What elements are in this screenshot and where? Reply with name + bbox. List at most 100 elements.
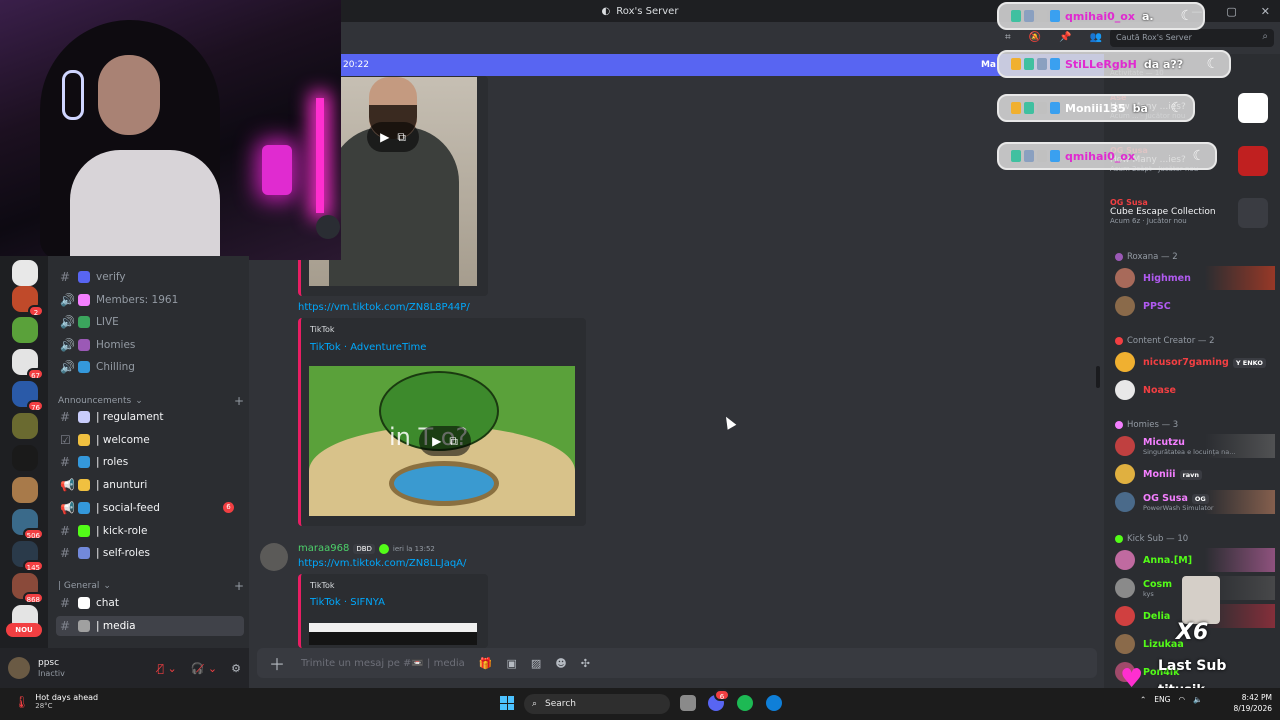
add-channel-icon[interactable]: + bbox=[234, 394, 244, 408]
channel-item[interactable]: # | kick-role bbox=[56, 521, 244, 541]
composer-placeholder[interactable]: Trimite un mesaj pe #📼 | media bbox=[301, 658, 465, 669]
new-badge[interactable]: NOU bbox=[6, 623, 42, 637]
taskbar-search[interactable]: ⌕ Search bbox=[524, 694, 670, 714]
banner-mark-read[interactable]: Ma bbox=[981, 60, 996, 70]
chat-scrollbar[interactable] bbox=[1096, 366, 1100, 388]
mic-muted-icon[interactable]: 🎙̸ ⌄ bbox=[157, 662, 176, 675]
embed-title[interactable]: TikTok · AdventureTime bbox=[310, 342, 426, 353]
add-attachment-icon[interactable]: ＋ bbox=[269, 651, 285, 675]
server-icon[interactable]: 2 bbox=[12, 286, 44, 317]
member-item[interactable]: Noase bbox=[1115, 378, 1275, 402]
channel-item[interactable]: ☑ | welcome bbox=[56, 430, 244, 450]
member-item[interactable]: OG Susa OG PowerWash Simulator bbox=[1115, 490, 1275, 514]
member-item[interactable]: PPSC bbox=[1115, 294, 1275, 318]
author-name[interactable]: maraa968 bbox=[298, 543, 349, 554]
activity-item[interactable]: OG Susa Cube Escape Collection Acum 6z · J… bbox=[1110, 198, 1274, 234]
search-icon[interactable]: ⌕ bbox=[1262, 31, 1268, 42]
video-thumbnail-2[interactable]: in T o? ▶⧉ bbox=[309, 366, 575, 516]
avatar[interactable] bbox=[1115, 436, 1135, 456]
member-item[interactable]: Anna.[M] bbox=[1115, 548, 1275, 572]
category-general[interactable]: | General ⌄ + bbox=[58, 579, 244, 593]
avatar[interactable] bbox=[1115, 352, 1135, 372]
channel-item[interactable]: 🔊 Members: 1961 bbox=[56, 290, 244, 310]
member-item[interactable]: Moniii ravn bbox=[1115, 462, 1275, 486]
play-icon[interactable]: ▶ ⧉ bbox=[367, 122, 419, 152]
play-icon[interactable]: ▶ ⧉ bbox=[419, 426, 471, 456]
server-icon[interactable] bbox=[12, 477, 38, 503]
channel-item[interactable]: # | media bbox=[56, 615, 244, 636]
tray-chevron-icon[interactable]: ⌃ bbox=[1140, 695, 1146, 704]
taskbar-clock[interactable]: 8:42 PM 8/19/2026 bbox=[1228, 692, 1272, 714]
search-input[interactable]: Caută Rox's Server ⌕ bbox=[1110, 29, 1274, 47]
channel-item[interactable]: # | self-roles bbox=[56, 543, 244, 563]
avatar[interactable] bbox=[8, 657, 30, 679]
server-icon[interactable] bbox=[12, 260, 38, 286]
avatar[interactable] bbox=[1115, 296, 1135, 316]
game-icon bbox=[1238, 146, 1268, 176]
category-announcements[interactable]: Announcements ⌄ + bbox=[58, 394, 244, 408]
channel-item[interactable]: 📢 | social-feed 6 bbox=[56, 498, 244, 518]
message-link-1[interactable]: https://vm.tiktok.com/ZN8L8P44P/ bbox=[298, 302, 470, 313]
user-name[interactable]: ppsc bbox=[38, 658, 65, 669]
channel-item[interactable]: # | regulament bbox=[56, 407, 244, 427]
spotify-icon[interactable] bbox=[737, 695, 753, 711]
sticker-icon[interactable]: ▨ bbox=[531, 657, 541, 670]
server-icon[interactable]: 506 bbox=[12, 509, 44, 540]
windows-start-icon[interactable] bbox=[500, 696, 514, 710]
video-thumbnail-3[interactable] bbox=[309, 623, 477, 645]
channel-item[interactable]: 🔊 Chilling bbox=[56, 357, 244, 377]
deafen-icon[interactable]: 🎧̸ ⌄ bbox=[191, 662, 217, 675]
channel-item[interactable]: # chat bbox=[56, 593, 244, 613]
apps-icon[interactable]: ✣ bbox=[581, 657, 590, 670]
gear-icon[interactable]: ⚙ bbox=[231, 662, 241, 675]
member-item[interactable]: nicusor7gaming Y ENKO bbox=[1115, 350, 1275, 374]
threads-icon[interactable]: ⌗ bbox=[1005, 32, 1011, 43]
emoji-icon[interactable]: ☻ bbox=[555, 657, 566, 670]
server-icon[interactable] bbox=[12, 413, 38, 439]
avatar[interactable] bbox=[260, 543, 288, 571]
member-item[interactable]: Highmen bbox=[1115, 266, 1275, 290]
avatar[interactable] bbox=[1115, 464, 1135, 484]
gift-icon[interactable]: 🎁 bbox=[479, 657, 493, 670]
new-messages-banner[interactable]: 20:22 Ma bbox=[341, 54, 1104, 76]
channel-item[interactable]: # verify bbox=[56, 267, 244, 287]
avatar[interactable] bbox=[1115, 268, 1135, 288]
server-icon[interactable]: 67 bbox=[12, 349, 44, 380]
message-composer[interactable]: ＋ Trimite un mesaj pe #📼 | media 🎁 ▣ ▨ ☻… bbox=[257, 648, 1097, 678]
server-icon[interactable]: 868 bbox=[12, 573, 44, 604]
channel-item[interactable]: # | roles bbox=[56, 452, 244, 472]
member-item[interactable]: Micutzu Singurătatea e locuința na... bbox=[1115, 434, 1275, 458]
edge-icon[interactable] bbox=[766, 695, 782, 711]
message-link-2[interactable]: https://vm.tiktok.com/ZN8LLJaqA/ bbox=[298, 558, 466, 569]
avatar[interactable] bbox=[1115, 492, 1135, 512]
wifi-icon[interactable]: ◠ bbox=[1178, 695, 1185, 704]
server-icon[interactable]: 76 bbox=[12, 381, 44, 412]
mute-icon[interactable]: 🔕 bbox=[1029, 32, 1041, 43]
volume-icon[interactable]: 🔈 bbox=[1193, 695, 1202, 704]
gif-icon[interactable]: ▣ bbox=[506, 657, 516, 670]
server-icon[interactable] bbox=[12, 445, 38, 471]
discord-icon[interactable]: 6 bbox=[708, 689, 730, 711]
close-icon[interactable]: ✕ bbox=[1261, 5, 1270, 18]
server-icon[interactable]: 145 bbox=[12, 541, 44, 572]
avatar[interactable] bbox=[1115, 606, 1135, 626]
hash-icon: # bbox=[60, 455, 71, 470]
server-icon[interactable] bbox=[12, 317, 38, 343]
avatar[interactable] bbox=[1115, 380, 1135, 400]
pin-icon[interactable]: 📌 bbox=[1059, 32, 1071, 43]
members-icon[interactable]: 👥 bbox=[1090, 32, 1102, 43]
avatar[interactable] bbox=[1115, 550, 1135, 570]
embed-title[interactable]: TikTok · SIFNYA bbox=[310, 597, 385, 608]
maximize-icon[interactable]: ▢ bbox=[1226, 5, 1236, 18]
avatar[interactable] bbox=[1115, 578, 1135, 598]
chat-message-bubble: qmihai0_ox a. ☾ bbox=[997, 2, 1205, 30]
channel-item[interactable]: 📢 | anunturi bbox=[56, 475, 244, 495]
file-explorer-icon[interactable] bbox=[680, 695, 696, 711]
channel-label: | anunturi bbox=[96, 479, 148, 492]
channel-item[interactable]: 🔊 Homies bbox=[56, 335, 244, 355]
weather-widget[interactable]: 🌡 Hot days ahead 28°C bbox=[14, 693, 98, 710]
add-channel-icon[interactable]: + bbox=[234, 579, 244, 593]
avatar[interactable] bbox=[1115, 634, 1135, 654]
language-indicator[interactable]: ENG bbox=[1154, 695, 1170, 704]
channel-item[interactable]: 🔊 LIVE bbox=[56, 312, 244, 332]
